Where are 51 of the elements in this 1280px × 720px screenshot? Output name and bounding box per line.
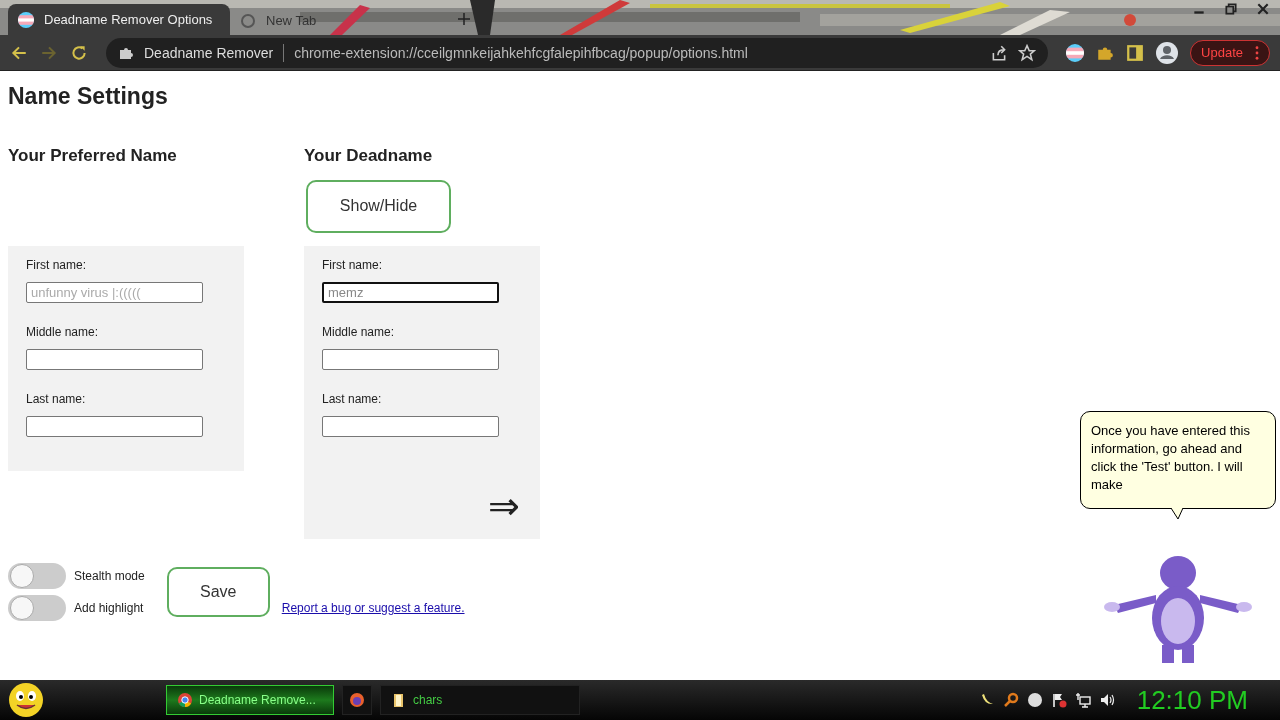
update-button[interactable]: Update <box>1190 39 1270 66</box>
input-field[interactable]: unfunny virus |:((((( <box>26 282 203 303</box>
smiley-icon[interactable] <box>8 682 44 718</box>
url-text[interactable]: chrome-extension://cceilgmnkeijahkehfcgfalepihfbcag/popup/options.html <box>294 44 981 61</box>
report-link[interactable]: Report a bug or suggest a feature. <box>281 601 465 615</box>
arrow-glyph[interactable]: ⇒ <box>488 487 520 525</box>
new-tab-icon[interactable] <box>458 13 470 25</box>
firefox-icon <box>349 692 365 708</box>
chrome-icon <box>177 692 193 708</box>
avatar-icon[interactable] <box>1156 41 1179 64</box>
field-label: First name: <box>322 258 383 272</box>
toggle-label: Add highlight <box>74 601 144 615</box>
kebab-icon[interactable] <box>1255 45 1259 60</box>
toggle-switch[interactable] <box>8 595 66 621</box>
taskbar-item[interactable]: chars <box>380 685 580 715</box>
restore-icon[interactable] <box>1224 2 1238 16</box>
field-label: Middle name: <box>322 325 396 339</box>
toggle-switch[interactable] <box>8 563 66 589</box>
taskbar-item[interactable] <box>342 685 372 715</box>
save-button[interactable]: Save <box>166 567 270 617</box>
input-field[interactable] <box>26 416 203 437</box>
section-heading: Your Preferred Name <box>8 146 178 166</box>
show-hide-button[interactable]: Show/Hide <box>306 179 451 233</box>
network-icon[interactable] <box>1074 692 1091 708</box>
input-field[interactable] <box>322 416 499 437</box>
clock[interactable]: 12:10 PM <box>1136 684 1248 716</box>
share-icon[interactable] <box>990 43 1009 62</box>
browser-tab[interactable]: New Tab <box>230 6 452 35</box>
flag-icon[interactable] <box>1066 43 1085 62</box>
input-field[interactable] <box>322 349 499 370</box>
magnifier-icon[interactable] <box>1002 692 1019 708</box>
star-icon[interactable] <box>1018 43 1037 62</box>
section-heading: Your Deadname <box>304 146 434 166</box>
flag-icon[interactable] <box>1050 692 1067 708</box>
site-name: Deadname Remover <box>144 44 274 61</box>
taskbar-item[interactable]: Deadname Remove... <box>166 685 334 715</box>
sidebar-icon[interactable] <box>1126 43 1145 62</box>
input-field[interactable] <box>26 349 203 370</box>
field-label: Last name: <box>26 392 87 406</box>
field-label: Middle name: <box>26 325 100 339</box>
close-icon[interactable] <box>1256 2 1270 16</box>
bubble-tail <box>1171 508 1185 520</box>
page-title: Name Settings <box>8 83 169 110</box>
field-label: Last name: <box>322 392 383 406</box>
toggle-label: Stealth mode <box>74 569 145 583</box>
reload-icon[interactable] <box>70 43 88 62</box>
input-field[interactable]: memz <box>322 282 499 303</box>
flag-icon <box>18 11 34 28</box>
browser-tab[interactable]: Deadname Remover Options <box>8 4 230 35</box>
speaker-icon[interactable] <box>1098 692 1115 708</box>
field-label: First name: <box>26 258 87 272</box>
